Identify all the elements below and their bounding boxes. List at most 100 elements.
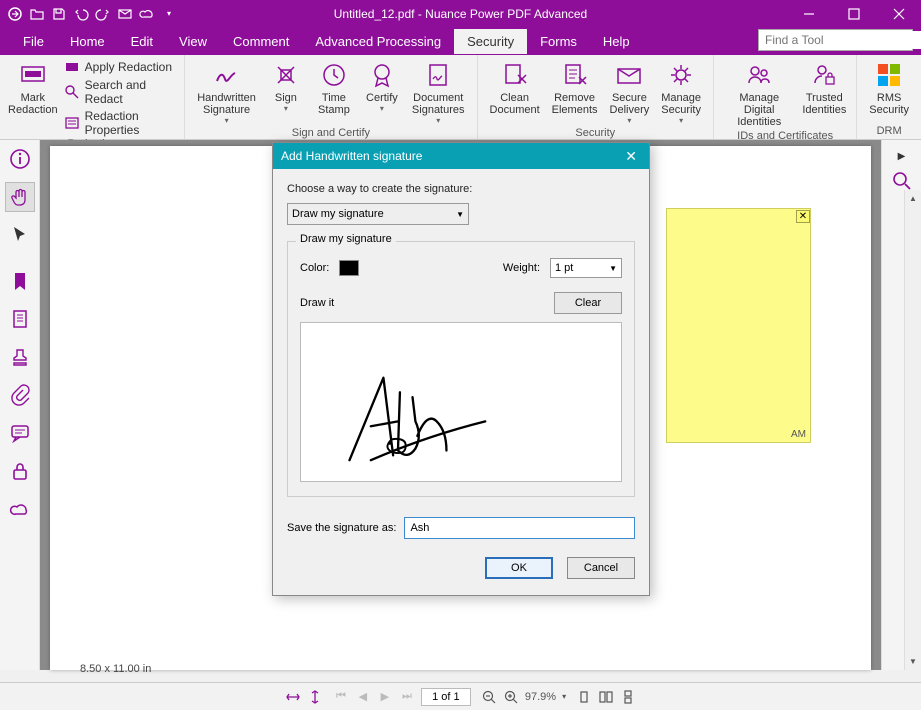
- weight-select[interactable]: 1 pt▼: [550, 258, 622, 278]
- menu-bar: File Home Edit View Comment Advanced Pro…: [0, 27, 921, 55]
- bookmark-panel-icon[interactable]: [5, 266, 35, 296]
- note-body[interactable]: [667, 223, 810, 427]
- signature-name-input[interactable]: [404, 517, 635, 539]
- rms-security-button[interactable]: RMS Security: [863, 57, 915, 118]
- clean-icon: [500, 60, 530, 90]
- color-picker[interactable]: [339, 260, 359, 276]
- tab-security[interactable]: Security: [454, 29, 527, 54]
- cancel-button[interactable]: Cancel: [567, 557, 635, 579]
- maximize-button[interactable]: [831, 0, 876, 27]
- apply-redaction-button[interactable]: Apply Redaction: [60, 58, 179, 76]
- pages-panel-icon[interactable]: [5, 304, 35, 334]
- handwritten-signature-button[interactable]: Handwritten Signature▾: [191, 57, 262, 127]
- zoom-out-icon[interactable]: [481, 689, 497, 705]
- open-icon[interactable]: [28, 5, 46, 23]
- find-tool-box[interactable]: [758, 29, 913, 51]
- tab-view[interactable]: View: [166, 29, 220, 54]
- clear-button[interactable]: Clear: [554, 292, 622, 314]
- color-label: Color:: [300, 262, 329, 274]
- dialog-close-icon[interactable]: ✕: [621, 148, 641, 165]
- qat-dropdown-icon[interactable]: ▾: [160, 5, 178, 23]
- tab-edit[interactable]: Edit: [118, 29, 166, 54]
- next-page-icon[interactable]: ▶: [377, 689, 393, 705]
- window-title: Untitled_12.pdf - Nuance Power PDF Advan…: [334, 7, 587, 21]
- right-rail-arrow-icon[interactable]: ▶: [886, 146, 918, 166]
- minimize-button[interactable]: [786, 0, 831, 27]
- document-signatures-button[interactable]: Document Signatures▾: [406, 57, 471, 127]
- signature-canvas[interactable]: [300, 322, 622, 482]
- manage-digital-identities-button[interactable]: Manage Digital Identities: [720, 57, 798, 130]
- sign-button[interactable]: Sign▾: [262, 57, 310, 115]
- mark-redaction-button[interactable]: Mark Redaction: [6, 57, 60, 118]
- note-timestamp: AM: [667, 427, 810, 442]
- quick-access-toolbar: ▾: [0, 5, 178, 23]
- manage-security-button[interactable]: Manage Security▾: [655, 57, 707, 127]
- secure-delivery-button[interactable]: Secure Delivery▾: [604, 57, 656, 127]
- attachments-panel-icon[interactable]: [5, 380, 35, 410]
- tab-advanced[interactable]: Advanced Processing: [302, 29, 454, 54]
- apply-redaction-icon: [64, 59, 80, 75]
- fit-page-icon[interactable]: [307, 689, 323, 705]
- select-tool-icon[interactable]: [5, 220, 35, 250]
- security-panel-icon[interactable]: [5, 456, 35, 486]
- add-handwritten-signature-dialog: Add Handwritten signature ✕ Choose a way…: [272, 142, 650, 596]
- tab-file[interactable]: File: [10, 29, 57, 54]
- last-page-icon[interactable]: ⏭: [399, 689, 415, 705]
- find-input[interactable]: [759, 31, 921, 49]
- tab-help[interactable]: Help: [590, 29, 643, 54]
- continuous-view-icon[interactable]: [620, 689, 636, 705]
- mail-icon[interactable]: [116, 5, 134, 23]
- windows-icon: [874, 60, 904, 90]
- tab-comment[interactable]: Comment: [220, 29, 302, 54]
- title-bar: ▾ Untitled_12.pdf - Nuance Power PDF Adv…: [0, 0, 921, 27]
- scroll-down-icon[interactable]: ▼: [905, 653, 921, 670]
- zoom-in-icon[interactable]: [503, 689, 519, 705]
- search-redact-button[interactable]: Search and Redact: [60, 77, 179, 107]
- vertical-scrollbar[interactable]: ▲ ▼: [904, 190, 921, 670]
- clean-document-button[interactable]: Clean Document: [484, 57, 546, 118]
- sticky-note[interactable]: ✕ AM: [666, 208, 811, 443]
- redaction-props-icon: [64, 115, 80, 131]
- cloud-panel-icon[interactable]: [5, 494, 35, 524]
- chevron-down-icon: ▼: [609, 264, 617, 273]
- prev-page-icon[interactable]: ◀: [355, 689, 371, 705]
- draw-signature-group: Draw my signature Color: Weight: 1 pt▼ D…: [287, 241, 635, 497]
- time-stamp-button[interactable]: Time Stamp: [310, 57, 358, 118]
- remove-elements-button[interactable]: Remove Elements: [546, 57, 604, 118]
- save-icon[interactable]: [50, 5, 68, 23]
- stamp-panel-icon[interactable]: [5, 342, 35, 372]
- tab-home[interactable]: Home: [57, 29, 118, 54]
- mark-redaction-icon: [18, 60, 48, 90]
- single-page-view-icon[interactable]: [576, 689, 592, 705]
- note-close-icon[interactable]: ✕: [796, 210, 810, 223]
- close-button[interactable]: [876, 0, 921, 27]
- info-panel-icon[interactable]: [5, 144, 35, 174]
- handwritten-signature-icon: [212, 60, 242, 90]
- certify-button[interactable]: Certify▾: [358, 57, 406, 115]
- redaction-properties-button[interactable]: Redaction Properties: [60, 108, 179, 138]
- undo-icon[interactable]: [72, 5, 90, 23]
- redo-icon[interactable]: [94, 5, 112, 23]
- choose-method-label: Choose a way to create the signature:: [287, 183, 635, 195]
- clock-icon: [319, 60, 349, 90]
- chevron-down-icon: ▼: [456, 210, 464, 219]
- scroll-up-icon[interactable]: ▲: [905, 190, 921, 207]
- two-page-view-icon[interactable]: [598, 689, 614, 705]
- tab-forms[interactable]: Forms: [527, 29, 590, 54]
- first-page-icon[interactable]: ⏮: [333, 689, 349, 705]
- comments-panel-icon[interactable]: [5, 418, 35, 448]
- signature-method-select[interactable]: Draw my signature▼: [287, 203, 469, 225]
- mark-redaction-label: Mark Redaction: [8, 92, 58, 116]
- zoom-dropdown-icon[interactable]: ▾: [562, 692, 566, 701]
- ok-button[interactable]: OK: [485, 557, 553, 579]
- gear-icon: [666, 60, 696, 90]
- page-number-input[interactable]: [421, 688, 471, 706]
- save-as-label: Save the signature as:: [287, 522, 396, 534]
- fit-width-icon[interactable]: [285, 689, 301, 705]
- cloud-icon[interactable]: [138, 5, 156, 23]
- window-controls: [786, 0, 921, 27]
- app-icon[interactable]: [6, 5, 24, 23]
- ribbon: Mark Redaction Apply Redaction Search an…: [0, 55, 921, 140]
- hand-tool-icon[interactable]: [5, 182, 35, 212]
- trusted-identities-button[interactable]: Trusted Identities: [798, 57, 850, 118]
